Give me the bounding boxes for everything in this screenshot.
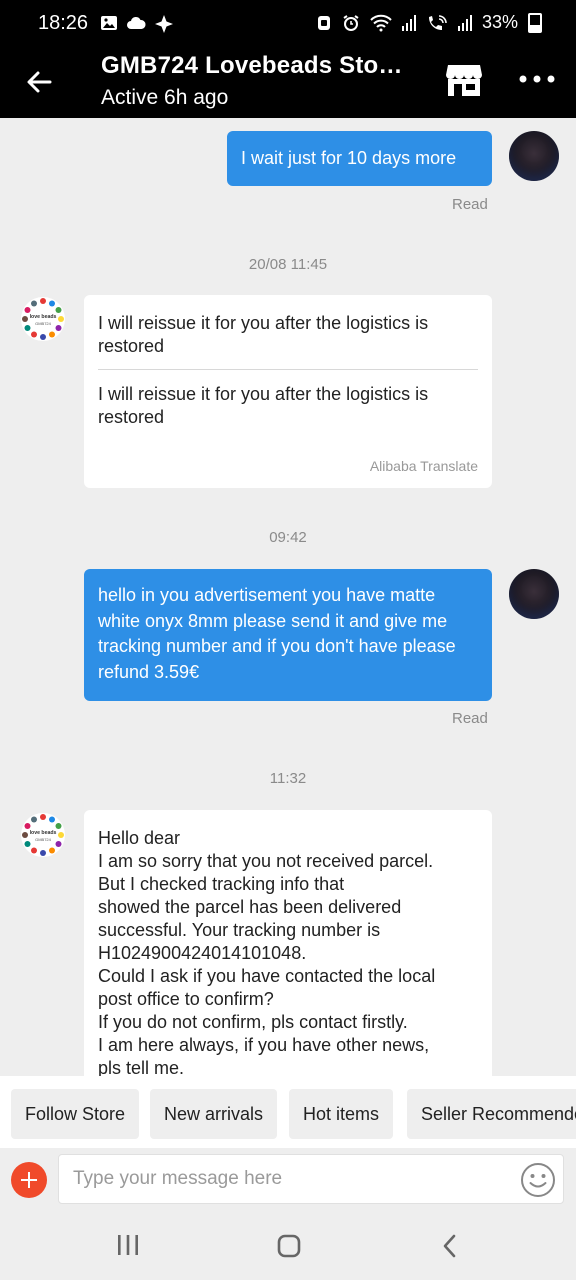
quick-reply-follow-store[interactable]: Follow Store — [11, 1089, 140, 1139]
arrow-left-icon — [27, 71, 52, 93]
image-icon — [101, 16, 117, 30]
signal-icon — [401, 14, 416, 31]
user-avatar[interactable] — [509, 131, 559, 181]
signal2-icon — [457, 14, 472, 31]
chat-area[interactable]: I wait just for 10 days more Read 20/08 … — [0, 118, 576, 1076]
chat-header: GMB724 Lovebeads Sto… Active 6h ago — [0, 46, 576, 118]
message-lines: Hello dear I am so sorry that you not re… — [98, 827, 473, 1076]
outgoing-message[interactable]: hello in you advertisement you have matt… — [84, 569, 492, 701]
store-icon — [446, 65, 482, 96]
more-options-button[interactable] — [512, 64, 562, 94]
cloud-icon — [127, 16, 146, 29]
message-line: pls tell me. — [98, 1058, 185, 1076]
notification-icons — [100, 14, 174, 34]
message-line: But I checked tracking info that — [98, 874, 345, 894]
store-button[interactable] — [444, 62, 484, 98]
message-line: H1024900424014101048. — [98, 943, 307, 963]
smiley-icon — [521, 1163, 555, 1197]
store-logo-icon: love beads GMB724 — [22, 298, 64, 340]
message-line: post office to confirm? — [98, 989, 274, 1009]
quick-reply-seller-recommended[interactable]: Seller Recommended — [407, 1089, 576, 1139]
message-line: successful. Your tracking number is — [98, 920, 381, 940]
home-button[interactable] — [277, 1234, 301, 1258]
outgoing-message[interactable]: I wait just for 10 days more — [227, 131, 492, 186]
recent-apps-button[interactable] — [116, 1234, 140, 1256]
read-status: Read — [452, 196, 488, 213]
battery-percent: 33% — [481, 12, 518, 32]
alarm-icon — [317, 15, 330, 30]
logo-subtext: GMB724 — [35, 321, 52, 326]
active-status: Active 6h ago — [101, 86, 229, 109]
quick-reply-hot-items[interactable]: Hot items — [289, 1089, 394, 1139]
timestamp: 11:32 — [269, 770, 307, 787]
store-avatar[interactable]: love beads GMB724 — [21, 297, 65, 341]
translated-text: I will reissue it for you after the logi… — [98, 384, 429, 427]
system-back-button[interactable] — [440, 1234, 460, 1258]
store-logo-icon: love beads GMB724 — [22, 814, 64, 856]
incoming-message[interactable]: I will reissue it for you after the logi… — [84, 295, 492, 488]
status-time: 18:26 — [38, 12, 89, 34]
store-title[interactable]: GMB724 Lovebeads Sto… — [101, 52, 403, 80]
status-right: 33% — [316, 12, 542, 33]
store-avatar[interactable]: love beads GMB724 — [21, 813, 65, 857]
chevron-left-icon — [443, 1234, 456, 1258]
logo-subtext: GMB724 — [35, 837, 52, 842]
alarm-clock-icon — [343, 14, 359, 31]
battery-icon — [528, 12, 542, 33]
message-line: showed the parcel has been delivered — [98, 897, 402, 917]
user-avatar[interactable] — [509, 569, 559, 619]
message-text: hello in you advertisement you have matt… — [98, 585, 456, 682]
wifi-icon — [370, 14, 392, 31]
message-line: Could I ask if you have contacted the lo… — [98, 966, 436, 986]
message-text: I wait just for 10 days more — [241, 148, 457, 168]
call-wifi-icon — [428, 14, 447, 30]
read-status: Read — [452, 710, 488, 727]
logo-text: love beads — [30, 830, 57, 836]
translate-label: Alibaba Translate — [369, 458, 478, 474]
home-icon — [277, 1234, 301, 1258]
quick-reply-new-arrivals[interactable]: New arrivals — [150, 1089, 278, 1139]
recent-apps-icon — [118, 1235, 138, 1255]
emoji-button[interactable] — [520, 1162, 556, 1198]
logo-text: love beads — [30, 314, 57, 320]
message-line: If you do not confirm, pls contact first… — [98, 1012, 408, 1032]
message-line: Hello dear — [98, 828, 181, 848]
timestamp: 20/08 11:45 — [248, 256, 328, 273]
quick-reply-bar: Follow Store New arrivals Hot items Sell… — [0, 1076, 576, 1156]
incoming-message[interactable]: Hello dear I am so sorry that you not re… — [84, 810, 492, 1076]
more-dots-icon — [519, 75, 555, 83]
back-button[interactable] — [20, 62, 60, 102]
pinwheel-icon — [155, 15, 173, 33]
add-attachment-button[interactable] — [11, 1162, 47, 1198]
message-line: I am so sorry that you not received parc… — [98, 851, 434, 871]
message-input-bar — [0, 1148, 576, 1214]
message-input[interactable] — [58, 1154, 564, 1204]
translation-divider — [98, 369, 478, 370]
system-nav-bar — [0, 1214, 576, 1280]
timestamp: 09:42 — [269, 529, 307, 546]
status-bar: 18:26 33% — [0, 0, 576, 46]
message-text: I will reissue it for you after the logi… — [98, 313, 429, 356]
message-line: I am here always, if you have other news… — [98, 1035, 430, 1055]
